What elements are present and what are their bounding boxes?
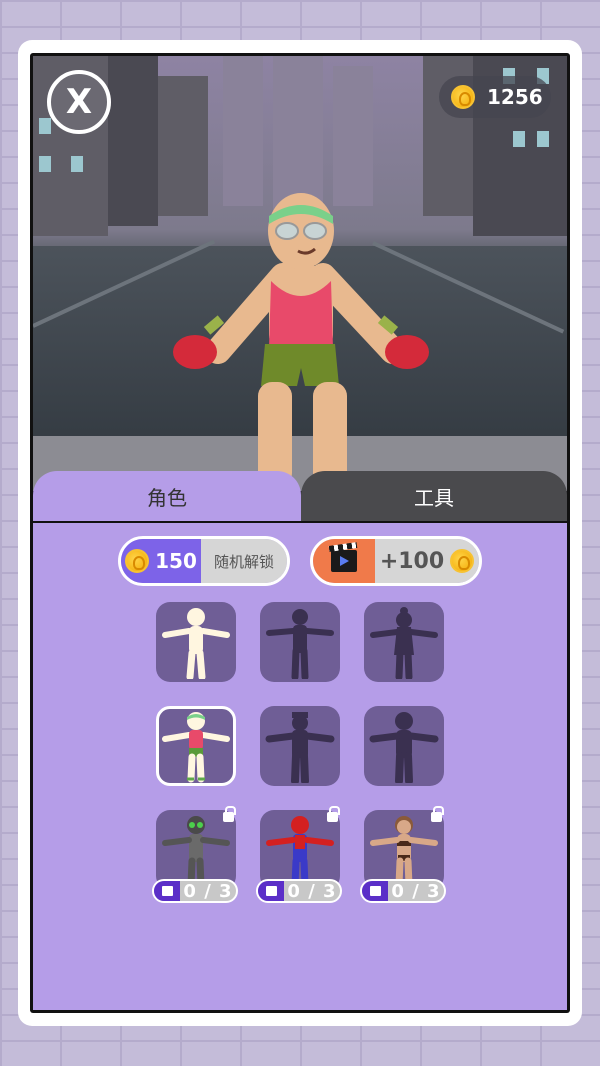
character-model	[173, 193, 429, 489]
character-thumb-goggles-robot	[162, 816, 230, 887]
character-thumb-silhouette	[369, 712, 439, 783]
lock-icon	[223, 806, 236, 822]
video-icon	[161, 886, 173, 896]
character-thumb-default	[162, 608, 230, 679]
character-slot-silhouette-3[interactable]	[364, 602, 444, 682]
coin-icon	[125, 549, 150, 573]
unlock-progress-badge: 0 / 3	[152, 879, 238, 903]
random-unlock-price: 150	[155, 549, 197, 573]
character-slot-silhouette-6[interactable]	[364, 706, 444, 786]
lock-icon	[431, 806, 444, 822]
coin-balance-value: 1256	[487, 85, 543, 109]
character-slot-goggles-robot[interactable]: 0 / 3	[152, 806, 238, 903]
random-unlock-button[interactable]: 150 随机解锁	[118, 536, 290, 586]
character-thumb-spider-hero	[266, 816, 334, 887]
tab-characters[interactable]: 角色	[33, 471, 301, 521]
character-slot-spider-hero[interactable]: 0 / 3	[256, 806, 342, 903]
unlock-progress-text: 0 / 3	[183, 880, 233, 902]
ad-reward-amount: +100	[379, 548, 445, 574]
video-icon	[265, 886, 277, 896]
character-thumb-silhouette	[265, 712, 335, 783]
tab-tools[interactable]: 工具	[301, 471, 567, 521]
coin-icon	[450, 549, 475, 573]
character-preview-scene: X 1256	[33, 56, 567, 491]
video-icon	[369, 886, 381, 896]
random-unlock-label: 随机解锁	[201, 539, 287, 583]
character-thumb-silhouette	[266, 609, 334, 679]
character-slot-silhouette-5[interactable]	[260, 706, 340, 786]
tab-characters-label: 角色	[147, 485, 187, 510]
character-thumb-silhouette	[370, 607, 438, 679]
character-thumb-bikini-girl	[370, 816, 438, 887]
video-clapper-icon	[331, 550, 357, 572]
watch-ad-coins-button[interactable]: +100	[310, 536, 482, 586]
coin-balance: 1256	[439, 76, 551, 118]
character-slot-silhouette-2[interactable]	[260, 602, 340, 682]
character-slot-headband-boxer[interactable]	[156, 706, 236, 786]
shop-frame: X 1256 角色 工具 150 随机解锁 +100 0 / 3 0 / 3 0…	[30, 53, 570, 1013]
close-button[interactable]: X	[47, 70, 111, 134]
unlock-progress-text: 0 / 3	[287, 880, 337, 902]
character-slot-bikini-girl[interactable]: 0 / 3	[360, 806, 446, 903]
unlock-progress-text: 0 / 3	[391, 880, 441, 902]
character-thumb-headband-boxer	[162, 712, 230, 783]
lock-icon	[327, 806, 340, 822]
unlock-progress-badge: 0 / 3	[360, 879, 446, 903]
tab-tools-label: 工具	[414, 485, 454, 510]
unlock-progress-badge: 0 / 3	[256, 879, 342, 903]
character-slot-default[interactable]	[156, 602, 236, 682]
coin-icon	[451, 85, 475, 109]
